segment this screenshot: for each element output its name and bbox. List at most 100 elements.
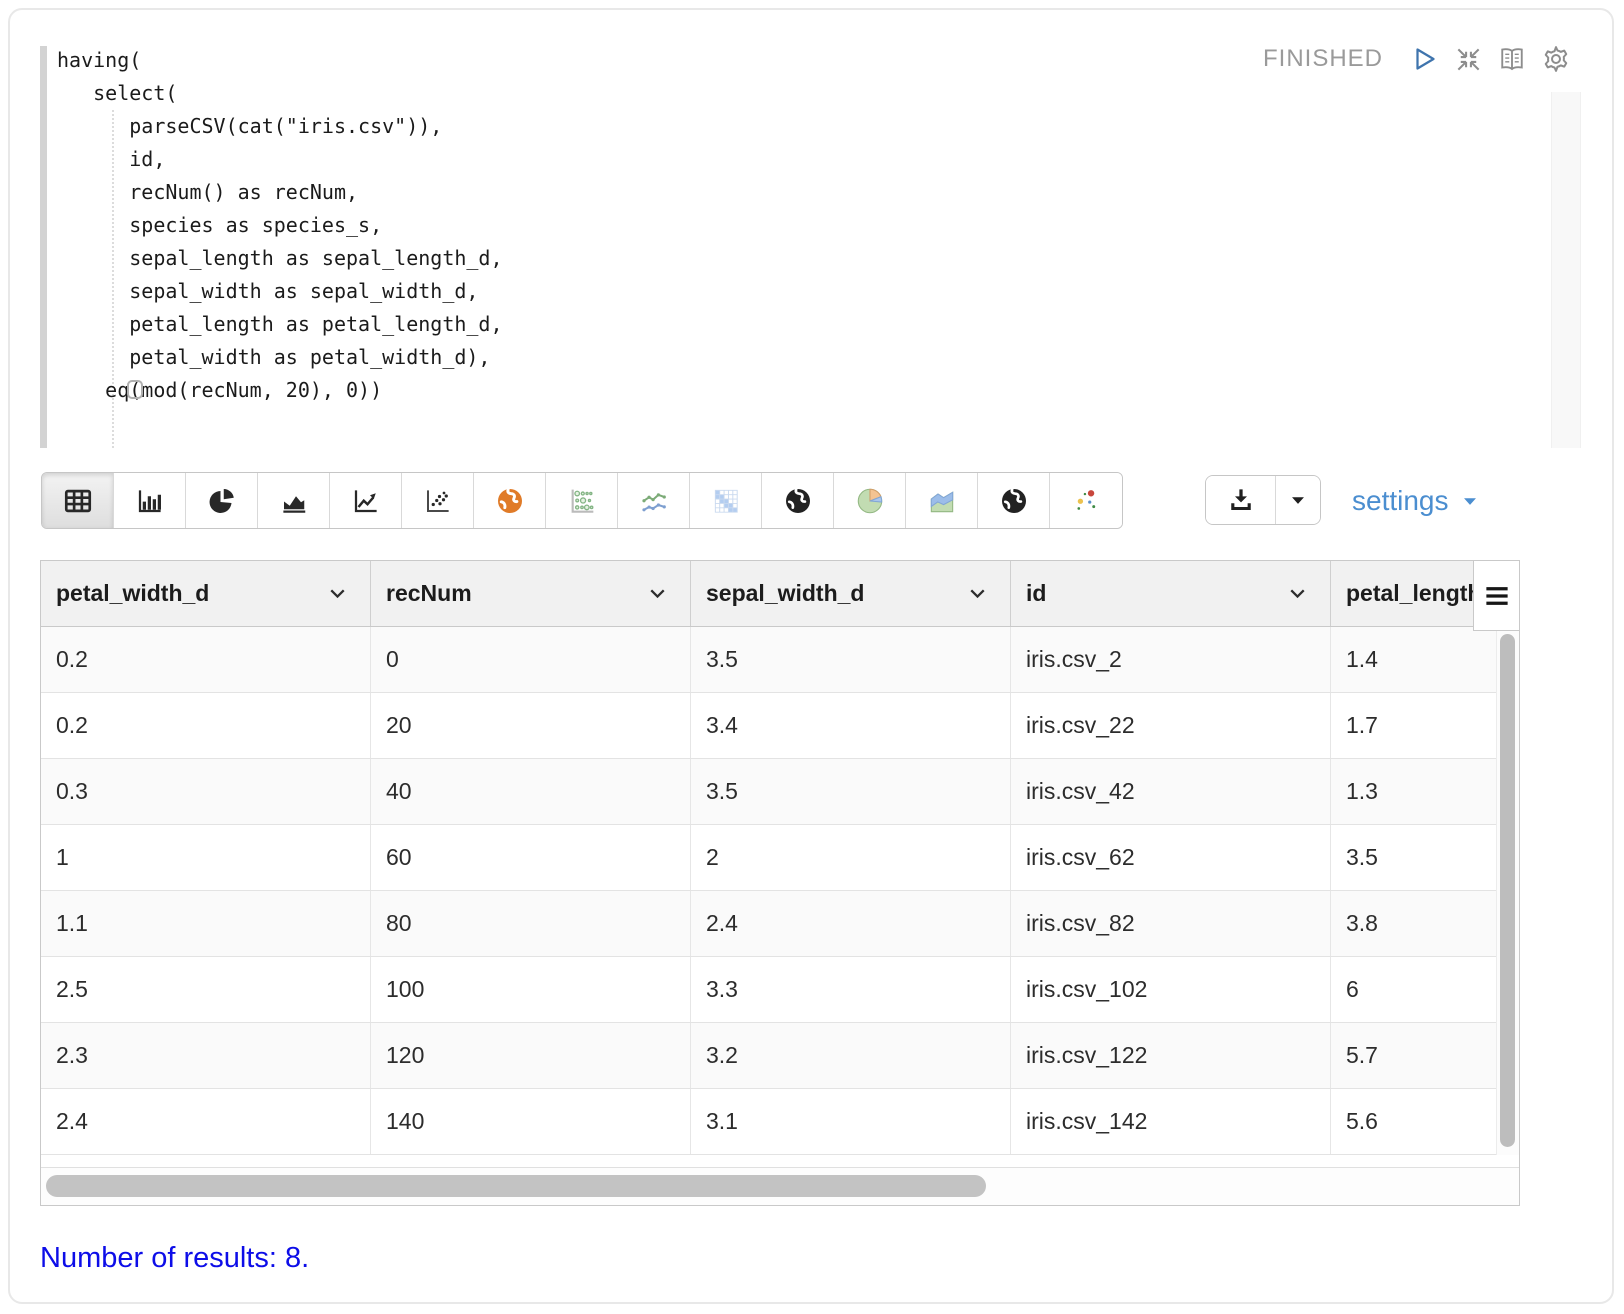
table-menu-button[interactable] [1473, 561, 1519, 631]
code-line: recNum() as recNum, [57, 176, 503, 209]
table-cell: 0.3 [41, 759, 370, 824]
code-text: having( select( parseCSV(cat("iris.csv")… [57, 44, 503, 407]
column-header-label: recNum [371, 561, 690, 625]
column-menu-chevron-icon[interactable] [329, 588, 346, 600]
globe-chart-button[interactable] [762, 473, 834, 528]
table-cell: 2.4 [690, 891, 1010, 956]
table-cell: 3.3 [690, 957, 1010, 1022]
code-line: species as species_s, [57, 209, 503, 242]
column-header-recNum[interactable]: recNum [370, 561, 690, 626]
collapse-icon [1454, 45, 1483, 74]
column-menu-chevron-icon[interactable] [969, 588, 986, 600]
column-header-sepal_width_d[interactable]: sepal_width_d [690, 561, 1010, 626]
area-chart-button[interactable] [258, 473, 330, 528]
table-cell: 0.2 [41, 693, 370, 758]
download-button[interactable] [1206, 476, 1276, 524]
table-cell: 2.4 [41, 1089, 370, 1154]
table-cell: 6 [1330, 957, 1519, 1022]
table-vertical-scrollbar[interactable] [1496, 628, 1519, 1155]
table-cell: 100 [370, 957, 690, 1022]
column-menu-chevron-icon[interactable] [649, 588, 666, 600]
line-chart-button[interactable] [330, 473, 402, 528]
table-cell: 3.4 [690, 693, 1010, 758]
caret-down-icon [1287, 489, 1309, 511]
table-cell: 2.3 [41, 1023, 370, 1088]
bar-chart-icon [135, 486, 165, 516]
column-header-id[interactable]: id [1010, 561, 1330, 626]
map-chart-button[interactable] [474, 473, 546, 528]
code-editor[interactable]: having( select( parseCSV(cat("iris.csv")… [40, 44, 1593, 458]
bubble-chart-button[interactable] [546, 473, 618, 528]
globe-dark-icon [782, 485, 814, 517]
pie-pastel-chart-button[interactable] [834, 473, 906, 528]
table-cell: iris.csv_22 [1010, 693, 1330, 758]
result-table: petal_width_drecNumsepal_width_didpetal_… [40, 560, 1520, 1206]
run-paragraph-button[interactable] [1409, 44, 1439, 74]
code-line: petal_length as petal_length_d, [57, 308, 503, 341]
horizontal-scrollbar-thumb[interactable] [46, 1175, 986, 1197]
pie-pastel-icon [854, 485, 886, 517]
multi-line-chart-button[interactable] [618, 473, 690, 528]
scatter-chart-button[interactable] [402, 473, 474, 528]
table-cell: iris.csv_42 [1010, 759, 1330, 824]
pie-chart-button[interactable] [186, 473, 258, 528]
table-cell: 20 [370, 693, 690, 758]
visualization-toolbar [41, 472, 1123, 529]
show-editor-button[interactable] [1497, 44, 1527, 74]
table-partial-row [41, 1155, 1519, 1168]
table-cell: 3.5 [1330, 825, 1519, 890]
table-body: 0.203.5iris.csv_21.40.2203.4iris.csv_221… [41, 627, 1519, 1155]
table-cell: 0.2 [41, 627, 370, 692]
paragraph-settings-button[interactable] [1541, 44, 1571, 74]
globe-chart-button-2[interactable] [978, 473, 1050, 528]
code-line: having( [57, 44, 503, 77]
table-row: 1.1802.4iris.csv_823.8 [41, 891, 1519, 957]
notebook-paragraph: having( select( parseCSV(cat("iris.csv")… [8, 8, 1614, 1304]
table-cell: 3.5 [690, 627, 1010, 692]
table-cell: iris.csv_122 [1010, 1023, 1330, 1088]
paragraph-status: FINISHED [1263, 45, 1383, 73]
code-line: sepal_width as sepal_width_d, [57, 275, 503, 308]
table-cell: 2 [690, 825, 1010, 890]
multi-line-chart-icon [638, 485, 670, 517]
area-pastel-icon [926, 485, 958, 517]
code-line: petal_width as petal_width_d), [57, 341, 503, 374]
table-cell: 1 [41, 825, 370, 890]
table-cell: 1.3 [1330, 759, 1519, 824]
scatter-plot-icon [423, 486, 453, 516]
globe-dark-icon [998, 485, 1030, 517]
settings-toggle[interactable]: settings [1352, 472, 1481, 529]
collapse-output-button[interactable] [1453, 44, 1483, 74]
paragraph-status-bar: FINISHED [1263, 44, 1571, 74]
line-chart-icon [351, 486, 381, 516]
table-horizontal-scrollbar[interactable] [41, 1168, 1519, 1205]
settings-label: settings [1352, 485, 1449, 517]
download-format-caret-button[interactable] [1276, 476, 1320, 524]
column-header-label: sepal_width_d [691, 561, 1010, 625]
vertical-scrollbar-thumb[interactable] [1500, 634, 1515, 1147]
editor-gutter [40, 46, 47, 448]
settings-caret-icon [1459, 490, 1481, 512]
table-cell: iris.csv_2 [1010, 627, 1330, 692]
table-cell: 40 [370, 759, 690, 824]
scatter-colored-chart-button[interactable] [1050, 473, 1122, 528]
code-line: select( [57, 77, 503, 110]
table-row: 2.31203.2iris.csv_1225.7 [41, 1023, 1519, 1089]
table-cell: iris.csv_102 [1010, 957, 1330, 1022]
table-view-button[interactable] [42, 473, 114, 528]
code-line: id, [57, 143, 503, 176]
table-header-row: petal_width_drecNumsepal_width_didpetal_… [41, 561, 1519, 627]
table-cell: 3.1 [690, 1089, 1010, 1154]
area-pastel-chart-button[interactable] [906, 473, 978, 528]
column-header-label: id [1011, 561, 1330, 625]
table-cell: 1.4 [1330, 627, 1519, 692]
table-row: 0.203.5iris.csv_21.4 [41, 627, 1519, 693]
column-header-petal_width_d[interactable]: petal_width_d [41, 561, 370, 626]
matching-paren-highlight: ( [129, 378, 141, 402]
editor-scrollbar[interactable] [1551, 92, 1581, 448]
table-cell: iris.csv_82 [1010, 891, 1330, 956]
code-line: parseCSV(cat("iris.csv")), [57, 110, 503, 143]
column-menu-chevron-icon[interactable] [1289, 588, 1306, 600]
bar-chart-button[interactable] [114, 473, 186, 528]
heatmap-chart-button[interactable] [690, 473, 762, 528]
